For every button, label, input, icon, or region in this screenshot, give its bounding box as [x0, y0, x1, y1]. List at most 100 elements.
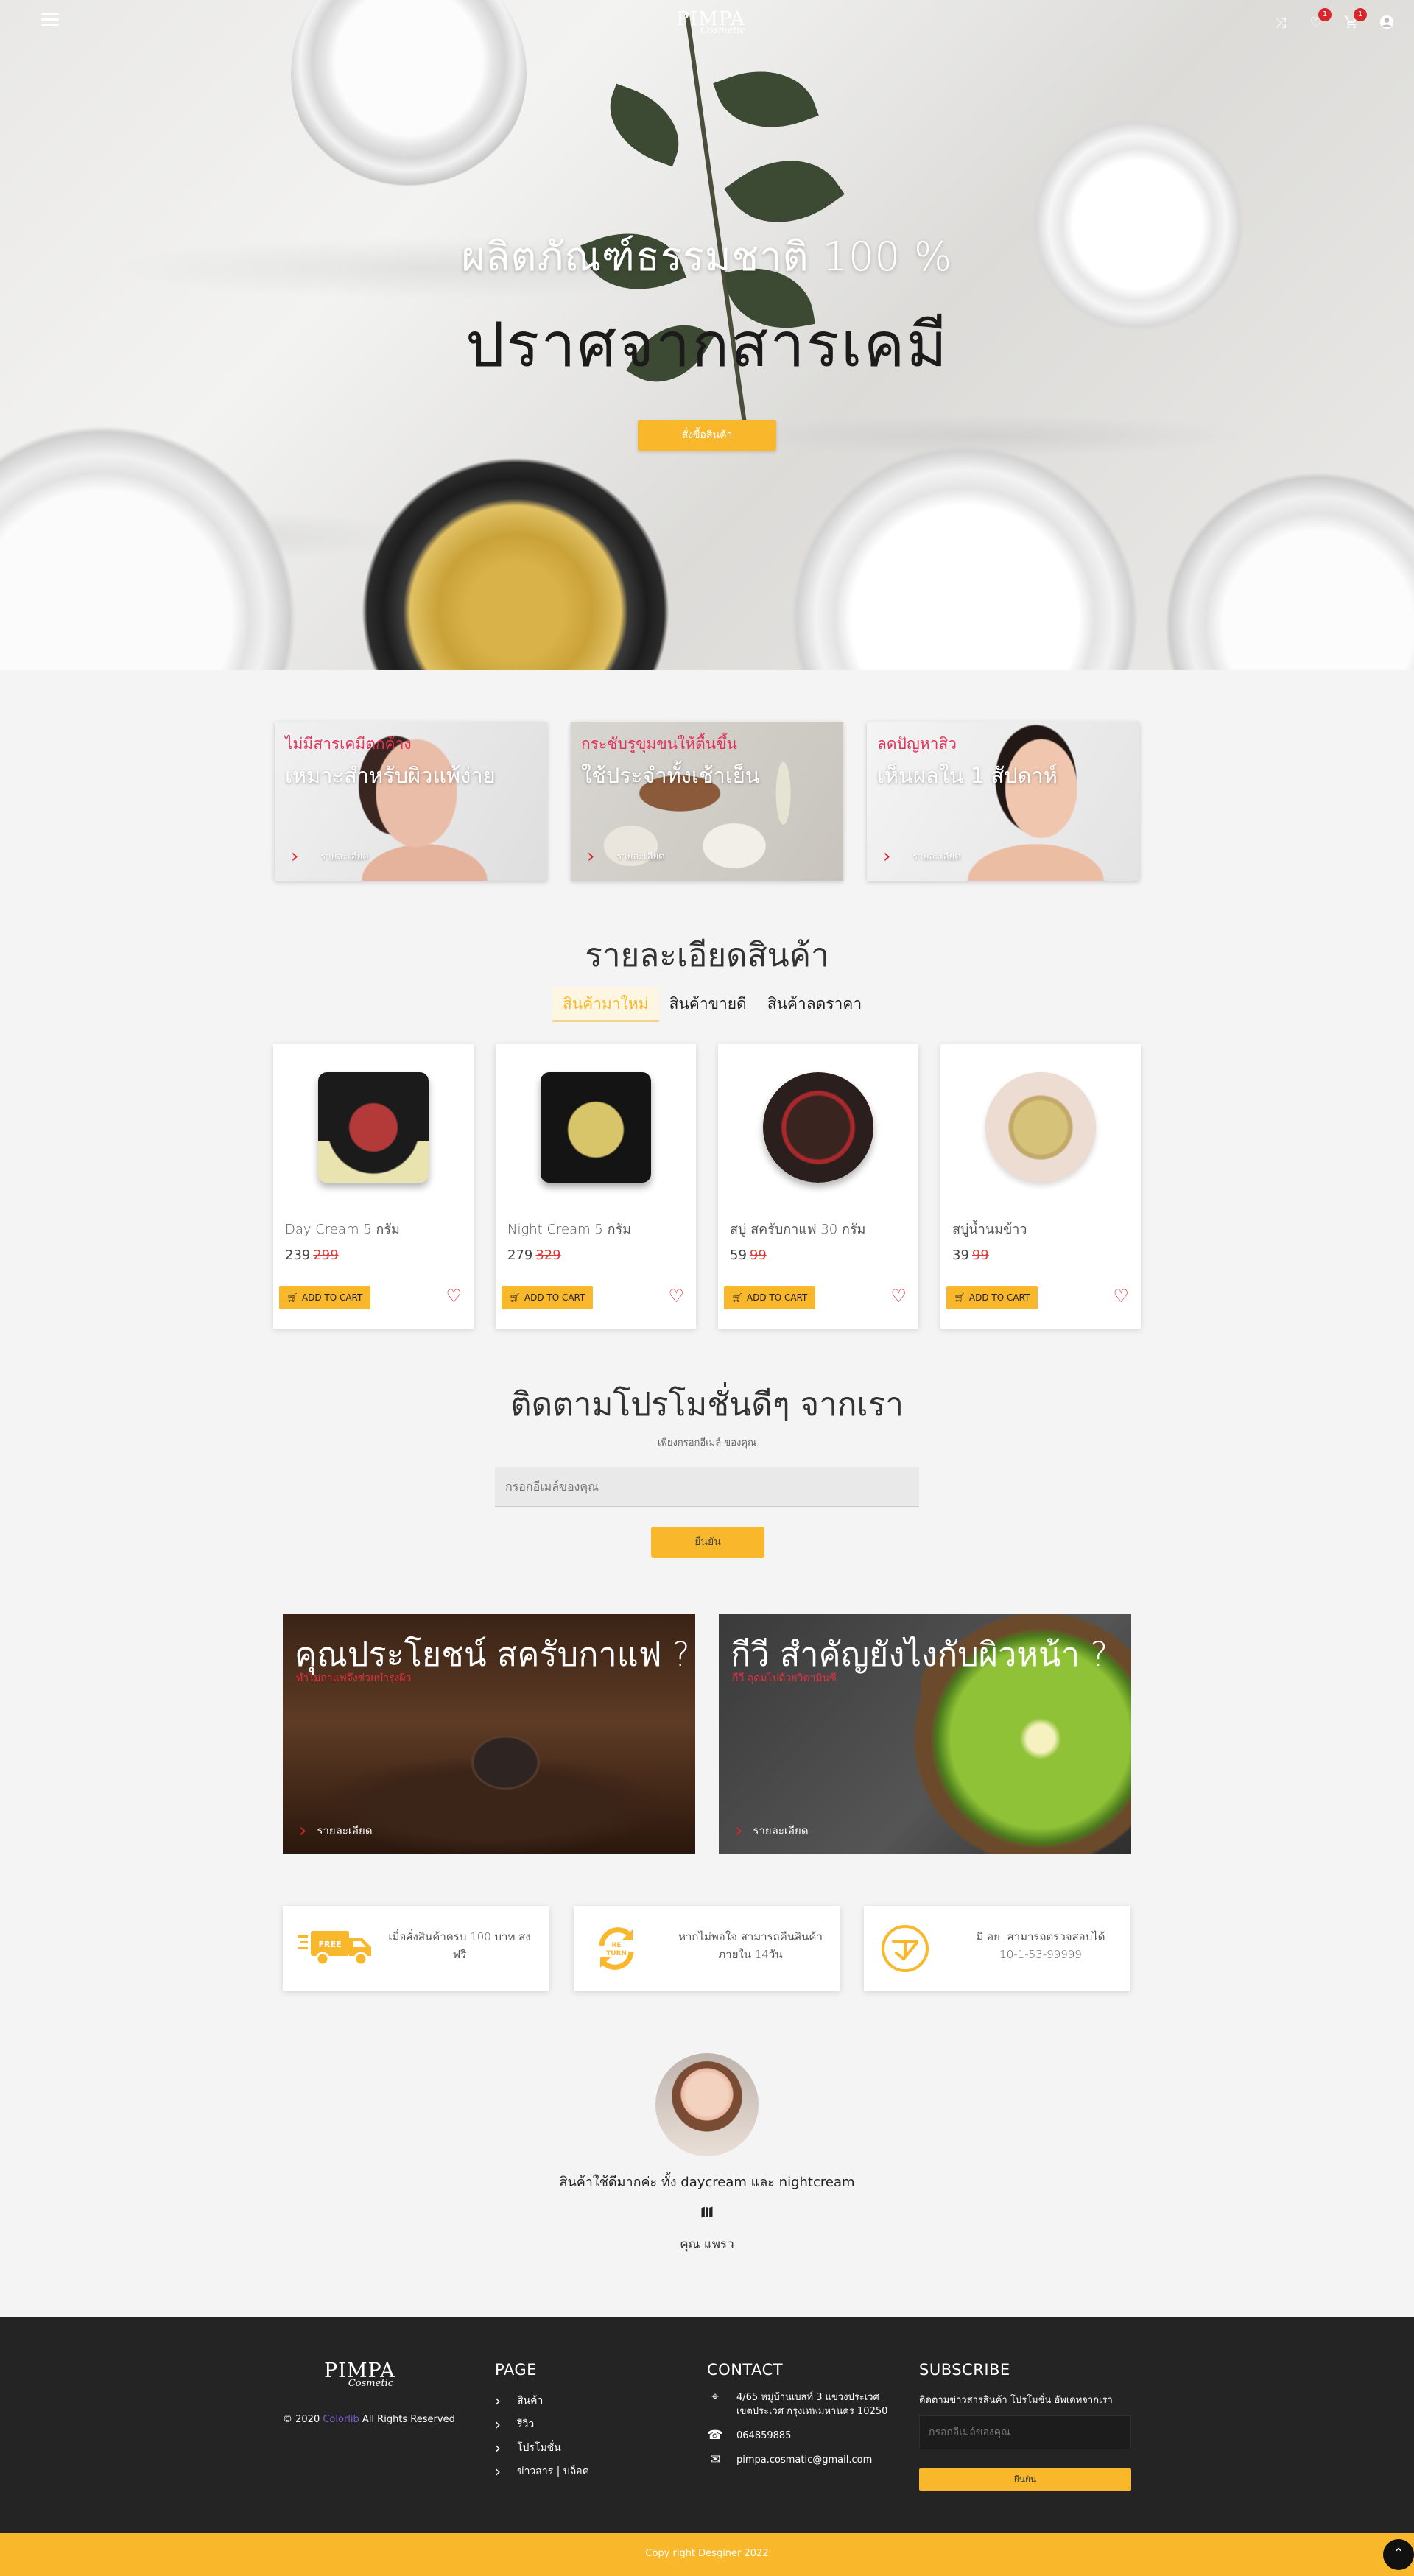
product-image [541, 1072, 651, 1183]
product-name[interactable]: สบู่ สครับกาแฟ 30 กรัม [730, 1218, 865, 1239]
map-icon [700, 2205, 714, 2220]
wishlist-heart-icon[interactable]: ♡ [668, 1287, 684, 1305]
footer-link-news[interactable]: › ข่าวสาร | บล็อค [495, 2460, 589, 2483]
price-old: 99 [971, 1247, 989, 1263]
feature-more-link[interactable]: › รายละเอียด [883, 847, 961, 866]
feature-more-label: รายละเอียด [320, 851, 369, 862]
verified-icon [877, 1924, 958, 1974]
chevron-right-icon: › [735, 1820, 743, 1842]
contact-phone[interactable]: ☎︎ 064859885 [707, 2429, 891, 2443]
feature-more-label: รายละเอียด [912, 851, 961, 862]
wishlist-heart-icon[interactable]: ♡ [446, 1287, 462, 1305]
wishlist-heart-icon[interactable]: ♡ [1113, 1287, 1129, 1305]
copyright-prefix: © 2020 [283, 2414, 320, 2425]
footer-link-products[interactable]: › สินค้า [495, 2389, 589, 2413]
feature-more-label: รายละเอียด [616, 851, 665, 862]
blog-card-coffee[interactable]: คุณประโยชน์ สครับกาแฟ ? ทำไมกาแฟจึงช่วยบ… [283, 1614, 695, 1854]
mail-icon: ✉︎ [709, 2452, 721, 2467]
tab-best-sellers[interactable]: สินค้าขายดี [659, 987, 757, 1022]
chevron-right-icon: › [299, 1820, 307, 1842]
blog-subtitle: กีวี อุดมไปด้วยวิตามินซี [732, 1672, 837, 1684]
add-to-cart-label: ADD TO CART [968, 1292, 1030, 1303]
contact-email[interactable]: ✉︎ pimpa.cosmatic@gmail.com [707, 2453, 891, 2467]
user-glyph [1379, 15, 1394, 29]
feature-more-link[interactable]: › รายละเอียด [291, 847, 369, 866]
product-card[interactable]: Day Cream 5 กรัม 239 299 🛒︎ ADD TO CART ♡ [273, 1044, 474, 1329]
tab-new-products[interactable]: สินค้ามาใหม่ [552, 987, 659, 1022]
feature-title: ไม่มีสารเคมีตกค้าง [285, 735, 412, 753]
return-glyph: RE TURN [599, 1927, 634, 1970]
truck-glyph: FREE [298, 1931, 371, 1966]
product-image [318, 1072, 429, 1183]
feature-subtitle: เห็นผลใน 1 สัปดาห์ [877, 763, 1058, 788]
user-icon[interactable] [1379, 15, 1395, 31]
service-card-free-delivery: FREE เมื่อสั่งสินค้าครบ 100 บาท ส่งฟรี [283, 1906, 549, 1991]
service-card-return: RE TURN หากไม่พอใจ สามารถคืนสินค้า ภายใน… [574, 1906, 840, 1991]
price-current: 59 [730, 1247, 747, 1263]
back-to-top-button[interactable]: ⌃ [1383, 2539, 1414, 2570]
blog-card-kiwi[interactable]: กีวี สำคัญยังไงกับผิวหน้า ? กีวี อุดมไปด… [719, 1614, 1131, 1854]
hamburger-menu-icon[interactable] [41, 13, 59, 27]
verified-glyph [882, 1925, 929, 1972]
subscribe-email-input[interactable] [495, 1467, 919, 1507]
product-card[interactable]: สบู่น้ำนมข้าว 39 99 🛒︎ ADD TO CART ♡ [940, 1044, 1141, 1329]
tab-sale[interactable]: สินค้าลดราคา [757, 987, 872, 1022]
add-to-cart-button[interactable]: 🛒︎ ADD TO CART [279, 1286, 370, 1309]
blog-more-link[interactable]: › รายละเอียด [299, 1820, 373, 1842]
product-name[interactable]: Day Cream 5 กรัม [285, 1218, 400, 1239]
add-to-cart-button[interactable]: 🛒︎ ADD TO CART [946, 1286, 1038, 1309]
blog-more-label: รายละเอียด [317, 1824, 373, 1837]
email-text: pimpa.cosmatic@gmail.com [736, 2454, 873, 2466]
copyright-link[interactable]: Colorlib [323, 2414, 359, 2425]
chevron-right-icon: › [495, 2392, 501, 2410]
testimonial-quote: สินค้าใช้ดีมากค่ะ ทั้ง daycream และ nigh… [559, 2175, 855, 2190]
location-pin-icon: ⌖ [711, 2390, 719, 2404]
wishlist-heart-icon[interactable]: ♡ [890, 1287, 907, 1305]
add-to-cart-label: ADD TO CART [301, 1292, 363, 1303]
free-badge-text: FREE [318, 1940, 341, 1949]
footer-link-label: ข่าวสาร | บล็อค [517, 2466, 590, 2477]
footer-email-input[interactable] [919, 2415, 1131, 2449]
shuffle-icon[interactable]: ⤨ [1273, 15, 1289, 31]
shop-now-button[interactable]: สั่งซื้อสินค้า [638, 420, 776, 451]
feature-title: กระชับรูขุมขนให้ตื้นขึ้น [581, 735, 737, 753]
blog-more-label: รายละเอียด [753, 1824, 809, 1837]
blog-subtitle: ทำไมกาแฟจึงช่วยบำรุงผิว [296, 1672, 412, 1684]
feature-card-acne[interactable]: ลดปัญหาสิว เห็นผลใน 1 สัปดาห์ › รายละเอีย… [867, 722, 1139, 881]
blog-more-link[interactable]: › รายละเอียด [735, 1820, 809, 1842]
price-current: 239 [285, 1247, 311, 1263]
footer-link-label: สินค้า [517, 2395, 544, 2407]
add-to-cart-label: ADD TO CART [524, 1292, 585, 1303]
footer-subscribe-button[interactable]: ยืนยัน [919, 2468, 1131, 2491]
subscribe-button[interactable]: ยืนยัน [651, 1527, 764, 1558]
footer-page-heading: PAGE [495, 2361, 537, 2379]
subscribe-subtitle: เพียงกรอกอีเมล์ ของคุณ [657, 1437, 757, 1449]
product-card[interactable]: สบู่ สครับกาแฟ 30 กรัม 59 99 🛒︎ ADD TO CAR… [718, 1044, 918, 1329]
footer-contact-info: ⌖ 4/65 หมู่บ้านเบสท์ 3 แขวงประเวศ เขตประเ… [707, 2390, 891, 2477]
chevron-right-icon: › [495, 2463, 501, 2480]
price-old: 299 [313, 1247, 339, 1263]
feature-more-link[interactable]: › รายละเอียด [587, 847, 665, 866]
product-name[interactable]: สบู่น้ำนมข้าว [952, 1218, 1027, 1239]
subscribe-title: ติดตามโปรโมชั่นดีๆ จากเรา [510, 1386, 904, 1424]
add-to-cart-button[interactable]: 🛒︎ ADD TO CART [724, 1286, 815, 1309]
brand-logo[interactable]: PIMPA Cosmetic [676, 9, 745, 36]
service-card-verified: มี อย. สามารถตรวจสอบได้ 10-1-53-99999 [864, 1906, 1130, 1991]
chevron-up-icon: ⌃ [1393, 2546, 1404, 2561]
footer-link-promotions[interactable]: › โปรโมชั่น [495, 2436, 589, 2460]
cart-icon: 🛒︎ [731, 1292, 743, 1303]
footer-link-label: รีวิว [517, 2418, 535, 2430]
feature-card-pores[interactable]: กระชับรูขุมขนให้ตื้นขึ้น ใช้ประจำทั้งเช้… [571, 722, 843, 881]
wishlist-icon[interactable]: ♡ 1 [1308, 8, 1332, 31]
cart-icon: 🛒︎ [954, 1292, 965, 1303]
free-delivery-icon: FREE [296, 1924, 377, 1974]
product-card[interactable]: Night Cream 5 กรัม 279 329 🛒︎ ADD TO CART … [496, 1044, 696, 1329]
cart-icon[interactable]: 1 [1343, 8, 1367, 31]
product-name[interactable]: Night Cream 5 กรัม [507, 1218, 631, 1239]
feature-card-no-chemical[interactable]: ไม่มีสารเคมีตกค้าง เหมาะสำหรับผิวแพ้ง่าย… [275, 722, 547, 881]
add-to-cart-button[interactable]: 🛒︎ ADD TO CART [502, 1286, 593, 1309]
footer-contact-heading: CONTACT [707, 2361, 784, 2379]
footer-brand-logo[interactable]: PIMPA Cosmetic [324, 2359, 395, 2389]
product-image [763, 1072, 873, 1183]
footer-link-reviews[interactable]: › รีวิว [495, 2413, 589, 2436]
